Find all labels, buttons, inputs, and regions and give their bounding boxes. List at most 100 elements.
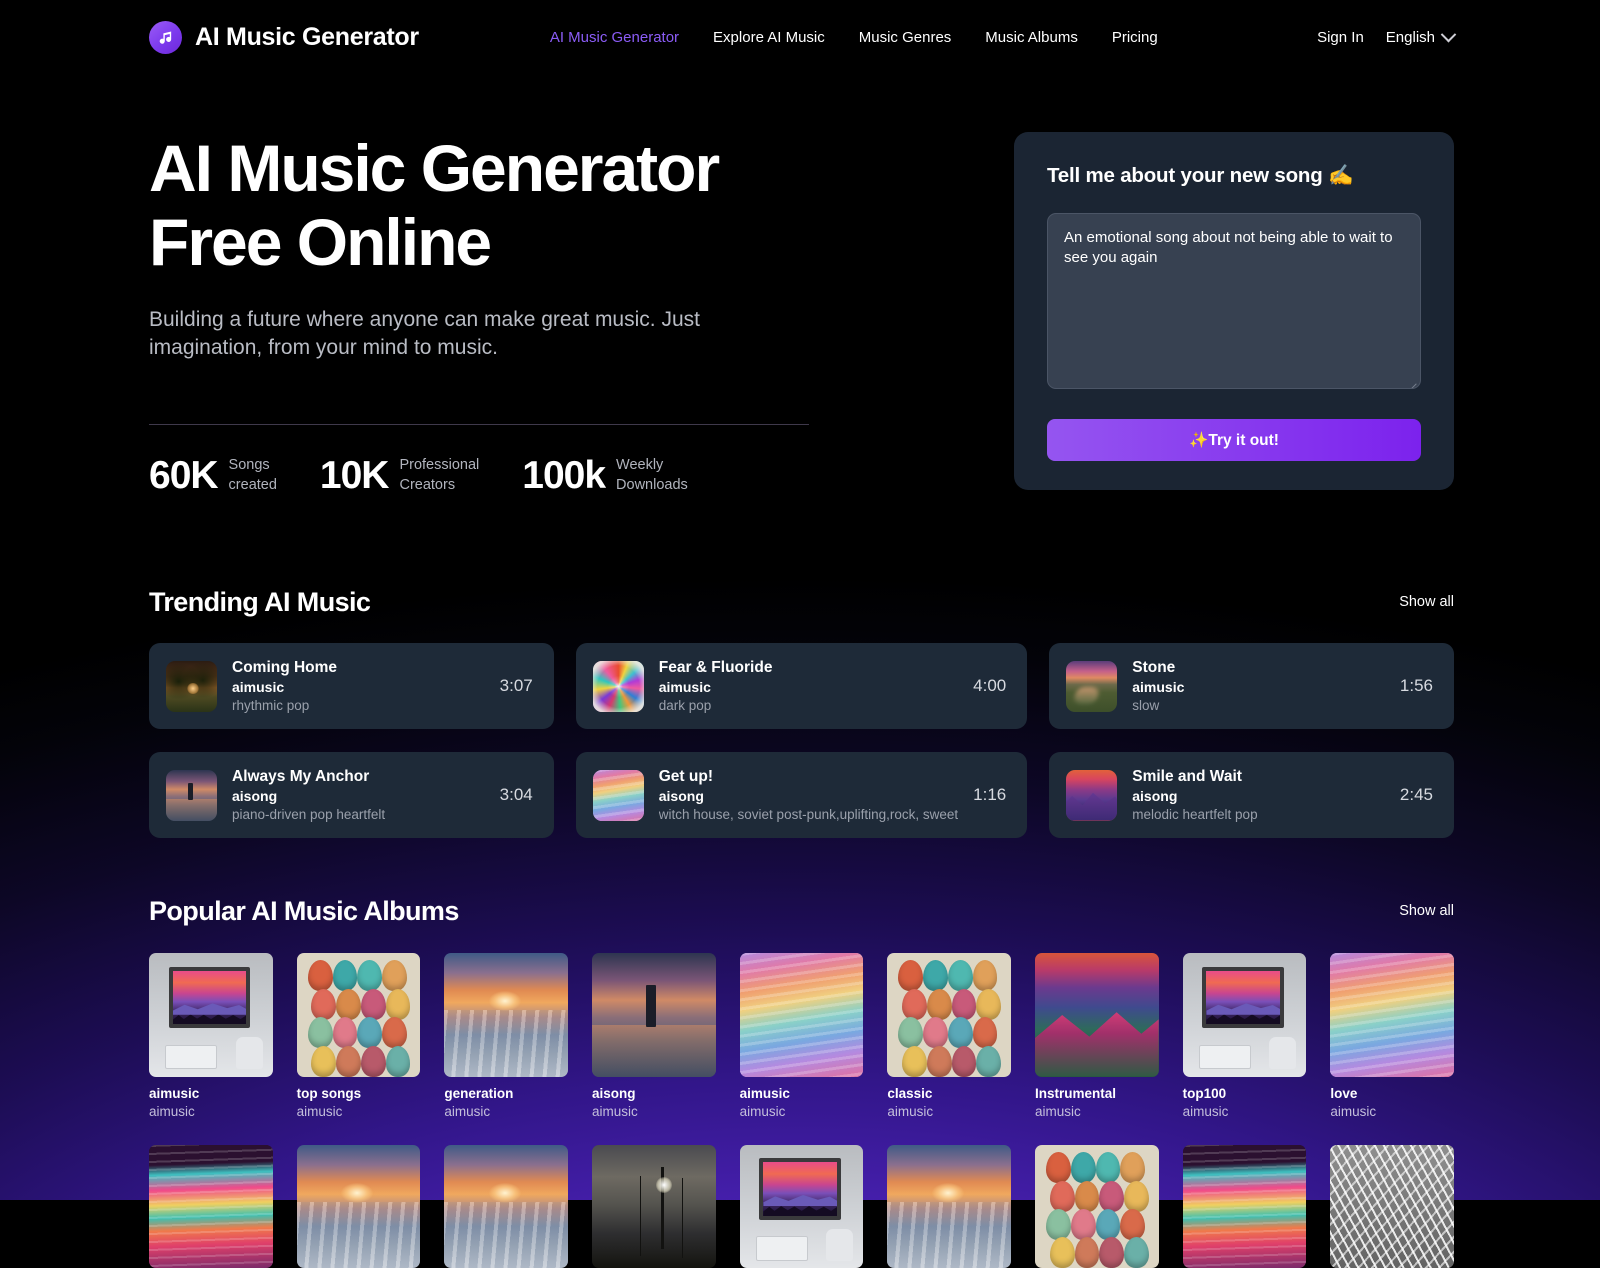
track-card[interactable]: Fear & Fluoride aimusic dark pop 4:00 — [575, 643, 1028, 730]
track-title: Fear & Fluoride — [658, 659, 773, 677]
album-name: aisong — [591, 1085, 636, 1101]
brand-logo[interactable]: AI Music Generator — [149, 21, 419, 54]
track-card[interactable]: Always My Anchor aisong piano-driven pop h… — [149, 752, 554, 839]
albums-section-header: Popular AI Music Albums Show all — [0, 896, 1600, 927]
stat-label: Professional Creators — [399, 456, 479, 495]
album-name: top songs — [296, 1085, 362, 1101]
track-thumbnail — [1066, 769, 1118, 821]
album-cover — [1330, 1144, 1454, 1268]
sign-in-button[interactable]: Sign In — [1317, 29, 1364, 46]
language-selector[interactable]: English — [1385, 26, 1457, 46]
album-card[interactable]: aimusic aimusic — [149, 953, 273, 1119]
album-card[interactable] — [1330, 1144, 1454, 1268]
track-thumbnail — [166, 769, 217, 821]
album-artwork — [1182, 1144, 1307, 1268]
stat-label-line1: Professional — [399, 457, 480, 474]
stat-value: 10K — [319, 454, 390, 498]
site-header: AI Music Generator AI Music Generator Ex… — [0, 0, 1600, 75]
album-card[interactable] — [739, 1144, 864, 1268]
stat-label-line1: Songs — [228, 457, 270, 474]
track-card[interactable]: Coming Home aimusic rhythmic pop 3:07 — [149, 643, 554, 730]
album-card[interactable]: aisong aimusic — [591, 953, 716, 1119]
album-card[interactable] — [887, 1144, 1011, 1268]
album-card[interactable]: love aimusic — [1330, 953, 1454, 1119]
albums-title: Popular AI Music Albums — [149, 896, 459, 927]
album-cover — [296, 953, 421, 1077]
album-author: aimusic — [887, 1103, 934, 1119]
album-cover — [1330, 953, 1454, 1077]
albums-show-all-link[interactable]: Show all — [1399, 903, 1454, 919]
album-cover — [296, 1144, 421, 1268]
track-author: aimusic — [1132, 679, 1185, 696]
album-cover — [591, 953, 716, 1077]
album-card[interactable]: top songs aimusic — [296, 953, 421, 1119]
hero-title-line2: Free Online — [149, 204, 492, 279]
album-card[interactable]: top100 aimusic — [1182, 953, 1307, 1119]
track-author: aimusic — [658, 679, 711, 696]
album-card[interactable] — [591, 1144, 716, 1268]
album-author: aimusic — [739, 1103, 786, 1119]
album-card[interactable]: generation aimusic — [444, 953, 568, 1119]
track-title: Coming Home — [232, 659, 338, 677]
hero-prompt-panel: Tell me about your new song ✍️ An emotio… — [1014, 132, 1454, 495]
album-artwork — [149, 1144, 273, 1268]
nav-item-explore-ai-music[interactable]: Explore AI Music — [713, 29, 825, 46]
track-author: aimusic — [232, 679, 285, 696]
album-artwork — [592, 769, 644, 821]
track-card[interactable]: Stone aimusic slow 1:56 — [1049, 643, 1454, 730]
track-genre: witch house, soviet post-punk,uplifting,… — [658, 807, 959, 823]
album-card[interactable]: Instrumental aimusic — [1034, 953, 1159, 1119]
stat-value: 100k — [522, 454, 606, 498]
hero-stats: 60K Songs created 10K Professional Creat… — [149, 456, 829, 495]
prompt-card-title: Tell me about your new song ✍️ — [1047, 164, 1354, 187]
album-card[interactable]: classic aimusic — [887, 953, 1011, 1119]
track-thumbnail — [592, 660, 644, 712]
album-card[interactable] — [1034, 1144, 1159, 1268]
song-prompt-value: An emotional song about not being able t… — [1064, 229, 1393, 267]
album-card[interactable] — [1182, 1144, 1307, 1268]
track-card[interactable]: Get up! aisong witch house, soviet post-pu… — [575, 752, 1028, 839]
album-author: aimusic — [296, 1103, 343, 1119]
album-card[interactable] — [296, 1144, 421, 1268]
resize-handle-icon[interactable] — [1407, 375, 1417, 385]
nav-item-music-albums[interactable]: Music Albums — [985, 29, 1078, 46]
album-cover — [444, 953, 568, 1077]
song-prompt-input[interactable]: An emotional song about not being able t… — [1047, 213, 1421, 389]
album-cover — [887, 953, 1011, 1077]
trending-show-all-link[interactable]: Show all — [1399, 594, 1454, 610]
album-cover — [739, 1144, 864, 1268]
album-artwork — [296, 1144, 421, 1268]
nav-item-ai-music-generator[interactable]: AI Music Generator — [550, 29, 679, 46]
album-artwork — [591, 1144, 716, 1268]
language-label: English — [1385, 29, 1435, 46]
track-info: Always My Anchor aisong piano-driven pop h… — [232, 768, 485, 822]
album-card[interactable] — [444, 1144, 568, 1268]
album-card[interactable] — [149, 1144, 273, 1268]
album-name: classic — [887, 1085, 933, 1101]
stat-label-line2: Creators — [399, 476, 456, 493]
album-artwork — [1034, 953, 1159, 1077]
album-cover — [149, 953, 273, 1077]
albums-grid: aimusic aimusic top songs aimusic generation… — [0, 953, 1600, 1119]
try-it-out-button[interactable]: ✨Try it out! — [1047, 419, 1421, 461]
album-artwork — [1330, 953, 1454, 1077]
track-duration: 1:56 — [1399, 676, 1433, 696]
album-cover — [1034, 953, 1159, 1077]
album-author: aimusic — [1330, 1103, 1377, 1119]
nav-item-music-genres[interactable]: Music Genres — [859, 29, 952, 46]
track-card[interactable]: Smile and Wait aisong melodic heartfelt po… — [1049, 752, 1454, 839]
album-cover — [1182, 1144, 1307, 1268]
hero-subtitle: Building a future where anyone can make … — [149, 307, 700, 359]
trending-track-grid: Coming Home aimusic rhythmic pop 3:07 Fear &… — [0, 643, 1600, 839]
track-genre: rhythmic pop — [232, 698, 310, 714]
page-root: AI Music Generator AI Music Generator Ex… — [0, 0, 1600, 1268]
album-artwork — [1034, 1144, 1159, 1268]
stat-weekly-downloads: 100k Weekly Downloads — [522, 456, 688, 495]
nav-item-pricing[interactable]: Pricing — [1112, 29, 1158, 46]
trending-section-header: Trending AI Music Show all — [0, 587, 1600, 618]
prompt-card: Tell me about your new song ✍️ An emotio… — [1014, 132, 1454, 490]
album-artwork — [1182, 953, 1307, 1077]
track-duration: 3:07 — [499, 676, 533, 696]
album-card[interactable]: aimusic aimusic — [739, 953, 864, 1119]
album-author: aimusic — [1182, 1103, 1229, 1119]
